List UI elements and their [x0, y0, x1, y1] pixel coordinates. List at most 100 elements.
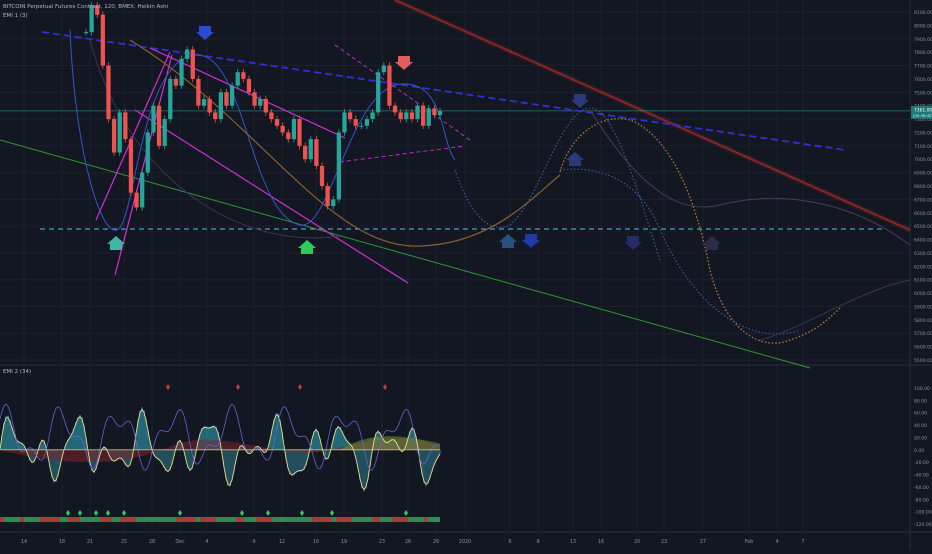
osc-tick-4: 20.00: [914, 435, 927, 441]
time-tick-12: 26: [405, 539, 411, 545]
candle-body-44: [331, 199, 336, 207]
osc-status-cell-10: [40, 517, 44, 522]
osc-tick-11: -120.00: [914, 522, 932, 528]
current-price-label: 7361.00[00:36:42]: [911, 105, 932, 119]
candle-body-17: [179, 58, 184, 86]
osc-status-cell-40: [160, 517, 164, 522]
candle-body-43: [325, 186, 330, 207]
candle-body-35: [280, 125, 285, 133]
osc-status-cell-13: [52, 517, 56, 522]
candle-body-29: [246, 78, 252, 93]
candle-body-9: [134, 192, 139, 208]
price-tick-11: 5900.00: [914, 304, 932, 310]
osc-status-cell-43: [172, 517, 176, 522]
price-tick-0: 8100.00: [914, 10, 932, 16]
time-tick-1: 18: [59, 539, 65, 545]
osc-status-cell-55: [220, 517, 224, 522]
osc-status-cell-77: [308, 517, 312, 522]
osc-status-cell-61: [244, 517, 248, 522]
osc-status-cell-3: [12, 517, 16, 522]
candle-body-23: [213, 112, 218, 120]
osc-status-cell-30: [120, 517, 124, 522]
osc-status-cell-106: [424, 517, 428, 522]
price-tick-10: 6100.00: [914, 278, 932, 284]
osc-status-cell-32: [128, 517, 132, 522]
osc-status-cell-41: [164, 517, 168, 522]
candle-body-26: [229, 85, 235, 106]
time-tick-3: 25: [121, 539, 127, 545]
osc-status-cell-92: [368, 517, 372, 522]
osc-status-cell-21: [84, 517, 88, 522]
osc-status-cell-93: [372, 517, 376, 522]
candle-body-16: [173, 78, 179, 86]
time-tick-11: 23: [379, 539, 385, 545]
time-tick-21: 27: [700, 539, 706, 545]
time-tick-23: 4: [775, 539, 778, 545]
candle-body-54: [387, 65, 392, 106]
osc-status-cell-64: [256, 517, 260, 522]
osc-status-cell-51: [204, 517, 208, 522]
candle-body-28: [241, 72, 246, 79]
osc-status-cell-27: [108, 517, 112, 522]
price-tick-mid-8: 6400.00: [914, 238, 932, 244]
osc-status-cell-85: [340, 517, 344, 522]
osc-status-cell-96: [384, 517, 388, 522]
osc-status-cell-94: [376, 517, 380, 522]
current-price-countdown: [00:36:42]: [913, 113, 932, 118]
osc-status-cell-72: [288, 517, 292, 522]
time-tick-10: 19: [341, 539, 347, 545]
candle-body-47: [347, 112, 353, 120]
osc-status-cell-29: [116, 517, 120, 522]
time-tick-9: 16: [313, 539, 319, 545]
candle-body-5: [111, 119, 117, 153]
time-tick-0: 14: [21, 539, 27, 545]
osc-status-cell-26: [104, 517, 108, 522]
osc-status-cell-105: [420, 517, 424, 522]
osc-status-cell-100: [400, 517, 404, 522]
osc-status-cell-11: [44, 517, 48, 522]
osc-status-cell-34: [136, 517, 140, 522]
osc-status-cell-84: [336, 517, 340, 522]
price-tick-2: 7700.00: [914, 64, 932, 70]
osc-status-cell-8: [32, 517, 36, 522]
osc-status-cell-39: [156, 517, 160, 522]
osc-status-cell-73: [292, 517, 296, 522]
candle-body-42: [319, 165, 325, 186]
candle-body-33: [269, 112, 274, 120]
time-tick-5: Dec: [175, 539, 185, 545]
candle-body-31: [258, 99, 263, 106]
osc-status-cell-71: [284, 517, 288, 522]
osc-status-cell-1: [4, 517, 8, 522]
osc-status-cell-4: [16, 517, 20, 522]
candle-body-39: [303, 145, 308, 160]
candle-body-18: [185, 49, 190, 59]
candle-body-20: [196, 78, 201, 106]
osc-status-cell-99: [396, 517, 400, 522]
osc-status-cell-46: [184, 517, 188, 522]
candle-body-30: [252, 92, 257, 106]
osc-status-cell-44: [176, 517, 180, 522]
price-tick-13: 5500.00: [914, 358, 932, 364]
osc-status-cell-82: [328, 517, 332, 522]
candle-body-19: [190, 49, 195, 79]
price-tick-mid-2: 7600.00: [914, 77, 932, 83]
osc-status-cell-2: [8, 517, 12, 522]
candle-body-58: [409, 112, 415, 120]
candle-body-59: [415, 105, 420, 120]
time-tick-19: 20: [634, 539, 640, 545]
chart-svg[interactable]: 8100.007900.007700.007500.007300.007100.…: [0, 0, 932, 550]
price-tick-mid-1: 7800.00: [914, 50, 932, 56]
candle-body-8: [128, 139, 134, 193]
osc-status-cell-23: [92, 517, 96, 522]
osc-status-cell-22: [88, 517, 92, 522]
candle-body-15: [168, 78, 173, 120]
osc-status-cell-52: [208, 517, 212, 522]
osc-status-cell-101: [404, 517, 408, 522]
time-tick-8: 12: [279, 539, 285, 545]
osc-status-cell-9: [36, 517, 40, 522]
osc-tick-6: -20.00: [914, 460, 929, 466]
time-tick-20: 23: [661, 539, 667, 545]
chart[interactable]: 8100.00 7900.00 7700.00 7500.00 7300.00 7100.…: [0, 0, 932, 550]
candle-body-13: [156, 105, 162, 146]
candle-body-0: [83, 32, 89, 34]
